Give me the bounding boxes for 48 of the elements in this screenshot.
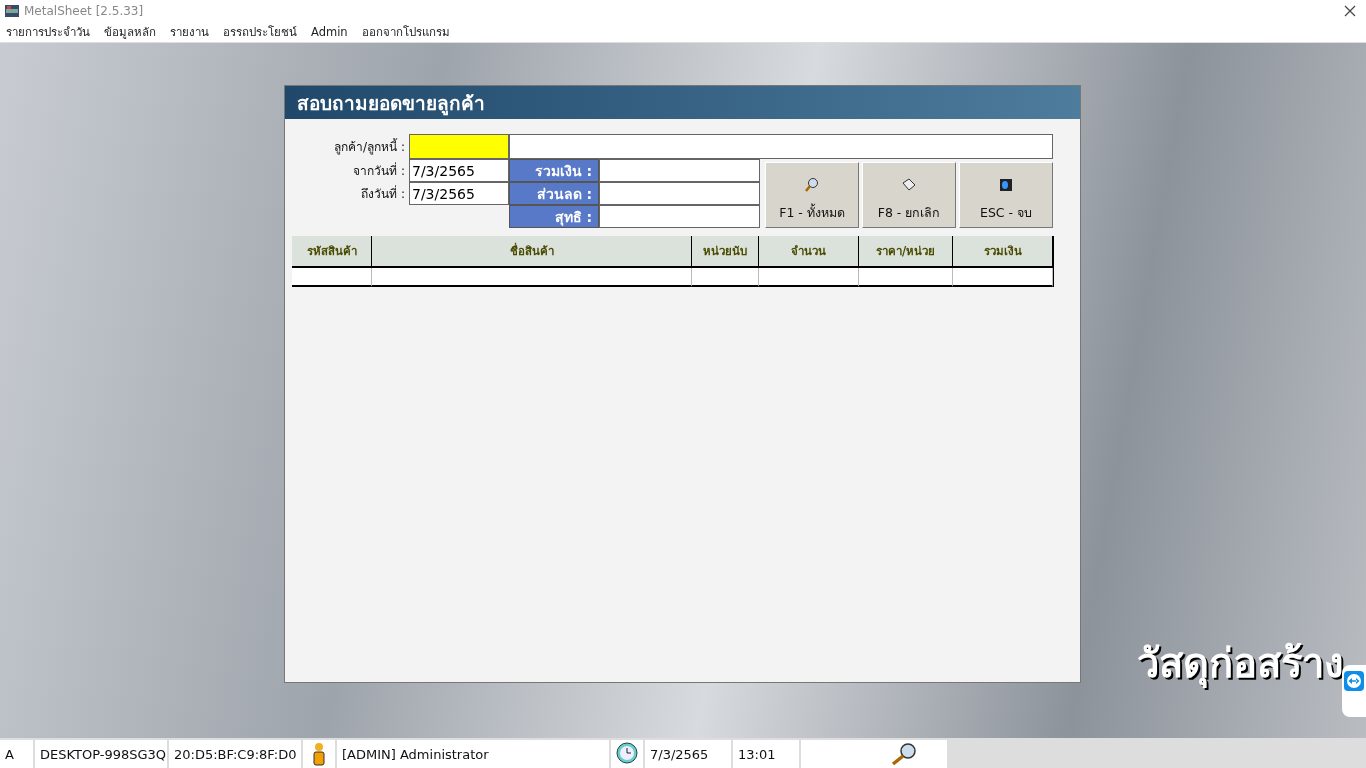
column-header[interactable]: จำนวน bbox=[759, 236, 859, 268]
menu-item[interactable]: Admin bbox=[311, 25, 348, 39]
door-icon bbox=[998, 177, 1014, 193]
action-button[interactable]: F1 - ทั้งหมด bbox=[765, 162, 859, 228]
total-field[interactable] bbox=[599, 159, 760, 182]
status-text: 13:01 bbox=[738, 746, 776, 762]
close-icon[interactable] bbox=[1344, 5, 1356, 17]
status-text: A bbox=[5, 746, 14, 762]
double-arrow-icon bbox=[1344, 671, 1364, 691]
total-label: สุทธิ : bbox=[509, 205, 599, 228]
person-icon bbox=[311, 742, 327, 766]
menu-item[interactable]: รายการประจำวัน bbox=[6, 23, 90, 41]
brand-text: วัสดุก่อสร้าง bbox=[1137, 639, 1344, 690]
app-icon bbox=[4, 3, 20, 19]
window-title: MetalSheet [2.5.33] bbox=[24, 4, 144, 18]
status-text: 20:D5:BF:C9:8F:D0 bbox=[174, 746, 297, 762]
search-icon[interactable] bbox=[889, 742, 919, 766]
date-field[interactable]: 7/3/2565 bbox=[409, 182, 509, 205]
action-button[interactable]: ESC - จบ bbox=[959, 162, 1053, 228]
field-label: ถึงวันที่ : bbox=[360, 184, 406, 203]
total-label: รวมเงิน : bbox=[509, 159, 599, 182]
eraser-icon bbox=[901, 177, 917, 193]
status-text: DESKTOP-998SG3Q bbox=[40, 746, 167, 762]
table-cell bbox=[692, 268, 759, 287]
status-text: [ADMIN] Administrator bbox=[342, 746, 489, 762]
total-field[interactable] bbox=[599, 182, 760, 205]
status-text: 7/3/2565 bbox=[650, 746, 709, 762]
column-header[interactable]: หน่วยนับ bbox=[692, 236, 759, 268]
date-field[interactable]: 7/3/2565 bbox=[409, 159, 509, 182]
menu-item[interactable]: ออกจากโปรแกรม bbox=[361, 23, 450, 41]
menu-item[interactable]: รายงาน bbox=[170, 23, 209, 41]
action-button[interactable]: F8 - ยกเลิก bbox=[862, 162, 956, 228]
column-header[interactable]: ราคา/หน่วย bbox=[859, 236, 953, 268]
clock-icon bbox=[614, 741, 640, 767]
column-header[interactable]: รวมเงิน bbox=[953, 236, 1053, 268]
total-field[interactable] bbox=[599, 205, 760, 228]
customer-code-field[interactable] bbox=[409, 134, 509, 159]
field-label: ลูกค้า/ลูกหนี้ : bbox=[333, 137, 406, 156]
dialog-title: สอบถามยอดขายลูกค้า bbox=[285, 86, 1080, 119]
search-icon bbox=[804, 177, 820, 193]
menu-item[interactable]: อรรถประโยชน์ bbox=[223, 23, 297, 41]
total-label: ส่วนลด : bbox=[509, 182, 599, 205]
menu-item[interactable]: ข้อมูลหลัก bbox=[104, 23, 156, 41]
column-header[interactable]: ชื่อสินค้า bbox=[372, 236, 692, 268]
customer-name-field[interactable] bbox=[509, 134, 1053, 159]
field-label: จากวันที่ : bbox=[352, 161, 406, 180]
column-header[interactable]: รหัสสินค้า bbox=[292, 236, 372, 268]
side-tab[interactable] bbox=[1342, 665, 1366, 717]
